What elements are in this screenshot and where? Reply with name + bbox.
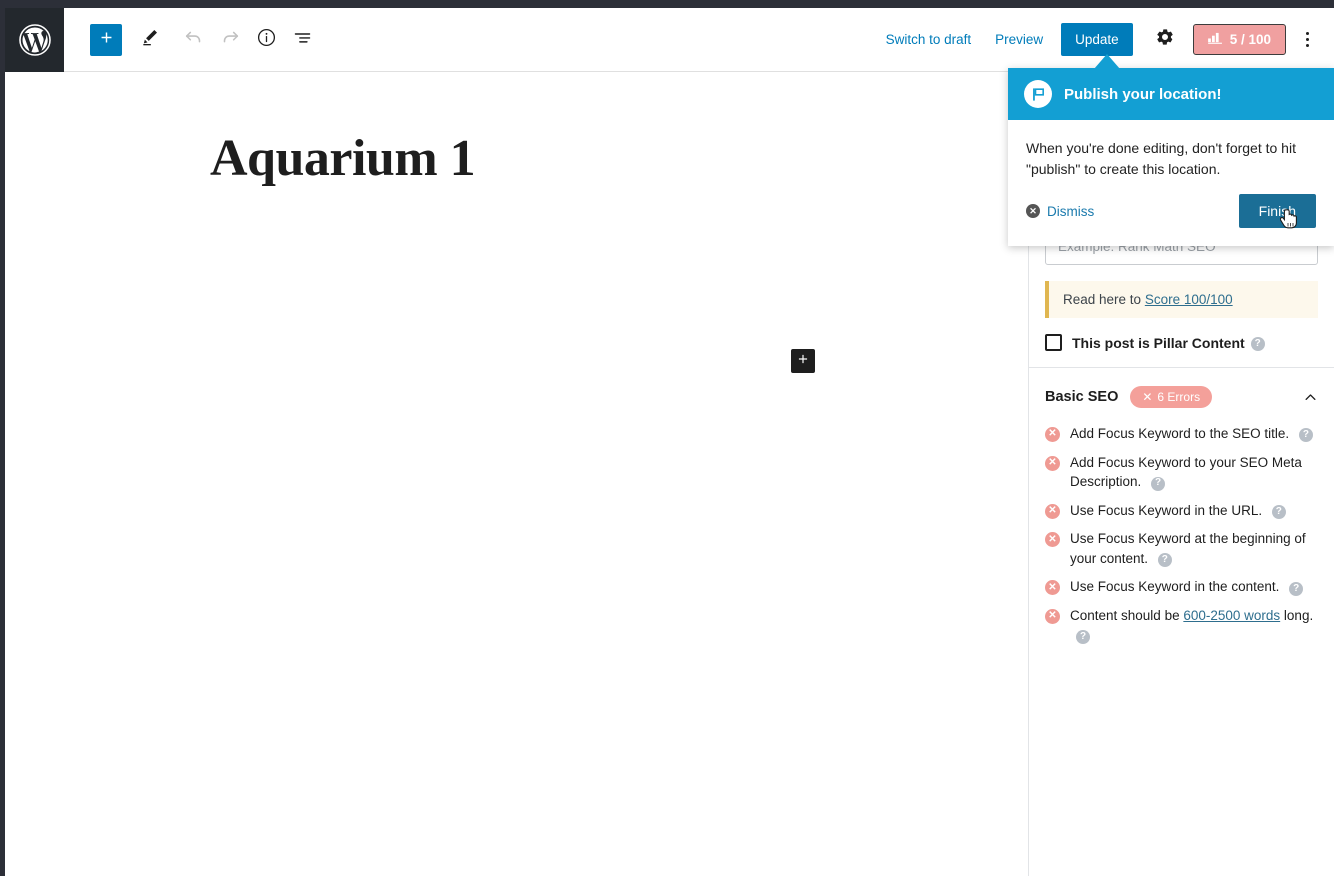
error-x-icon: ✕ (1045, 608, 1060, 624)
wordpress-logo-icon (18, 23, 52, 57)
switch-to-draft-button[interactable]: Switch to draft (874, 24, 984, 55)
basic-seo-error-list: ✕ Add Focus Keyword to the SEO title. ? ✕ A… (1029, 414, 1334, 672)
add-block-button[interactable] (90, 23, 122, 56)
details-button[interactable] (248, 22, 284, 58)
error-x-icon: ✕ (1045, 580, 1060, 596)
plus-icon (98, 29, 115, 51)
seo-error-text: Use Focus Keyword at the beginning of yo… (1070, 531, 1306, 568)
kebab-menu-icon (1305, 31, 1309, 49)
error-x-icon: ✕ (1045, 532, 1060, 548)
x-icon: ✕ (1142, 390, 1153, 404)
error-x-icon: ✕ (1045, 503, 1060, 519)
seo-error-item: ✕ Add Focus Keyword to your SEO Meta Desc… (1045, 453, 1318, 492)
redo-arrow-icon (219, 26, 241, 53)
help-circle-icon[interactable]: ? (1076, 629, 1090, 644)
more-options-button[interactable] (1292, 22, 1322, 58)
pillar-content-label: This post is Pillar Content (1072, 334, 1245, 351)
basic-seo-header[interactable]: Basic SEO ✕ 6 Errors (1029, 368, 1334, 414)
undo-arrow-icon (183, 26, 205, 53)
popup-arrow (1094, 54, 1120, 69)
help-circle-icon[interactable]: ? (1250, 336, 1265, 351)
seo-error-text: Use Focus Keyword in the URL. ? (1070, 501, 1286, 521)
pillar-content-row: This post is Pillar Content ? (1045, 334, 1318, 351)
help-circle-icon[interactable]: ? (1157, 553, 1172, 568)
redo-button[interactable] (212, 22, 248, 58)
gear-icon (1155, 27, 1175, 52)
popup-footer: ✕ Dismiss Finish (1008, 188, 1334, 246)
basic-seo-error-count: 6 Errors (1157, 390, 1201, 404)
popup-body-text: When you're done editing, don't forget t… (1026, 140, 1296, 177)
basic-seo-title: Basic SEO (1045, 389, 1119, 405)
editor-toolbar: Switch to draft Preview Update 5 / 100 (5, 7, 1334, 72)
info-circle-icon (256, 27, 277, 53)
list-view-icon (292, 27, 313, 53)
basic-seo-error-badge: ✕ 6 Errors (1130, 386, 1213, 408)
toolbar-left-group (64, 22, 320, 58)
editor-window: Switch to draft Preview Update 5 / 100 A… (0, 0, 1334, 876)
update-button[interactable]: Update (1061, 23, 1133, 56)
popup-title: Publish your location! (1064, 85, 1222, 103)
flag-icon (1024, 80, 1052, 108)
plus-icon (796, 352, 810, 371)
block-inserter-button[interactable] (791, 349, 815, 373)
help-circle-icon[interactable]: ? (1289, 581, 1304, 596)
undo-button[interactable] (176, 22, 212, 58)
seo-error-text: Use Focus Keyword in the content. ? (1070, 577, 1304, 597)
seo-error-item: ✕ Use Focus Keyword in the URL. ? (1045, 501, 1318, 521)
help-circle-icon[interactable]: ? (1298, 428, 1313, 443)
preview-button[interactable]: Preview (983, 24, 1055, 55)
seo-score-badge[interactable]: 5 / 100 (1192, 24, 1286, 55)
pencil-icon (140, 27, 160, 52)
dismiss-button[interactable]: ✕ Dismiss (1026, 204, 1094, 219)
chevron-up-icon[interactable] (1302, 389, 1318, 405)
publish-location-popup: Publish your location! When you're done … (1008, 68, 1334, 246)
post-title[interactable]: Aquarium 1 (210, 129, 476, 188)
settings-button[interactable] (1147, 22, 1183, 58)
edit-tool-button[interactable] (132, 22, 168, 58)
error-x-icon: ✕ (1045, 427, 1060, 442)
close-circle-icon: ✕ (1026, 204, 1040, 218)
basic-seo-section: Basic SEO ✕ 6 Errors ✕ Add Focus Keyword … (1029, 368, 1334, 672)
editor-canvas[interactable]: Aquarium 1 (5, 73, 1028, 876)
list-view-button[interactable] (284, 22, 320, 58)
seo-error-item: ✕ Use Focus Keyword at the beginning of y… (1045, 529, 1318, 568)
score-notice: Read here to Score 100/100 (1045, 281, 1318, 318)
seo-error-link[interactable]: 600-2500 words (1183, 608, 1280, 623)
help-circle-icon[interactable]: ? (1271, 505, 1286, 520)
wordpress-logo-button[interactable] (5, 7, 64, 72)
score-notice-link[interactable]: Score 100/100 (1145, 292, 1233, 307)
seo-error-text: Add Focus Keyword to the SEO title. ? (1070, 424, 1313, 444)
help-circle-icon[interactable]: ? (1151, 476, 1166, 491)
seo-error-item: ✕ Add Focus Keyword to the SEO title. ? (1045, 424, 1318, 444)
pillar-content-checkbox[interactable] (1045, 334, 1062, 351)
score-notice-text: Read here to (1063, 292, 1145, 307)
dismiss-label: Dismiss (1047, 203, 1095, 219)
seo-error-item: ✕ Content should be 600-2500 words long. … (1045, 606, 1318, 645)
seo-bar-chart-icon (1207, 32, 1223, 47)
seo-error-item: ✕ Use Focus Keyword in the content. ? (1045, 577, 1318, 597)
seo-error-text: Add Focus Keyword to your SEO Meta Descr… (1070, 454, 1302, 491)
error-x-icon: ✕ (1045, 455, 1060, 471)
seo-score-value: 5 / 100 (1229, 32, 1271, 47)
popup-header: Publish your location! (1008, 68, 1334, 120)
seo-error-text: Content should be 600-2500 words long. ? (1070, 606, 1318, 645)
finish-button[interactable]: Finish (1238, 194, 1316, 228)
